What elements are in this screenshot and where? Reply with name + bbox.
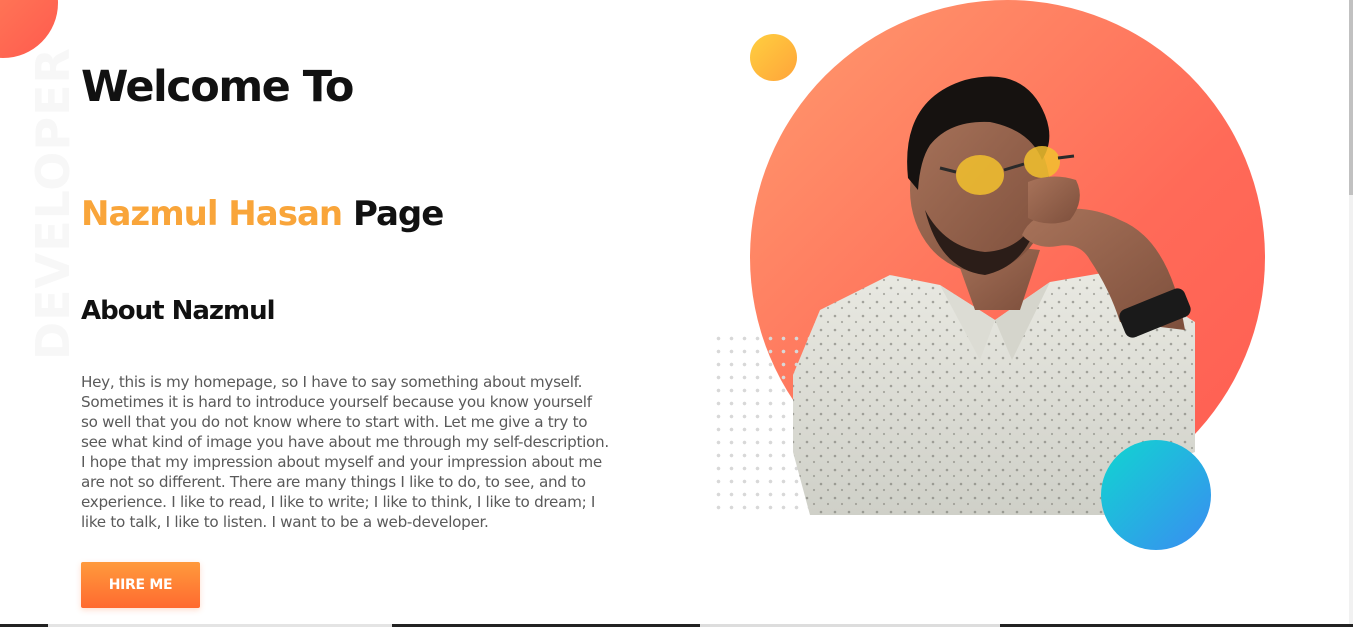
homepage: DEVELOPER Welcome To Nazmul Hasan Page A… xyxy=(0,0,1353,627)
about-paragraph: Hey, this is my homepage, so I have to s… xyxy=(81,373,609,531)
about-heading: About Nazmul xyxy=(81,296,276,326)
page-word: Page xyxy=(352,194,444,234)
owner-name: Nazmul Hasan xyxy=(81,194,343,234)
page-title: Welcome To xyxy=(81,62,354,112)
hire-me-button[interactable]: HIRE ME xyxy=(81,562,200,608)
scrollbar-thumb[interactable] xyxy=(1349,0,1353,195)
page-subtitle: Nazmul Hasan Page xyxy=(81,194,444,234)
blue-dot-decoration xyxy=(1101,440,1211,550)
side-watermark-text: DEVELOPER xyxy=(26,47,80,360)
